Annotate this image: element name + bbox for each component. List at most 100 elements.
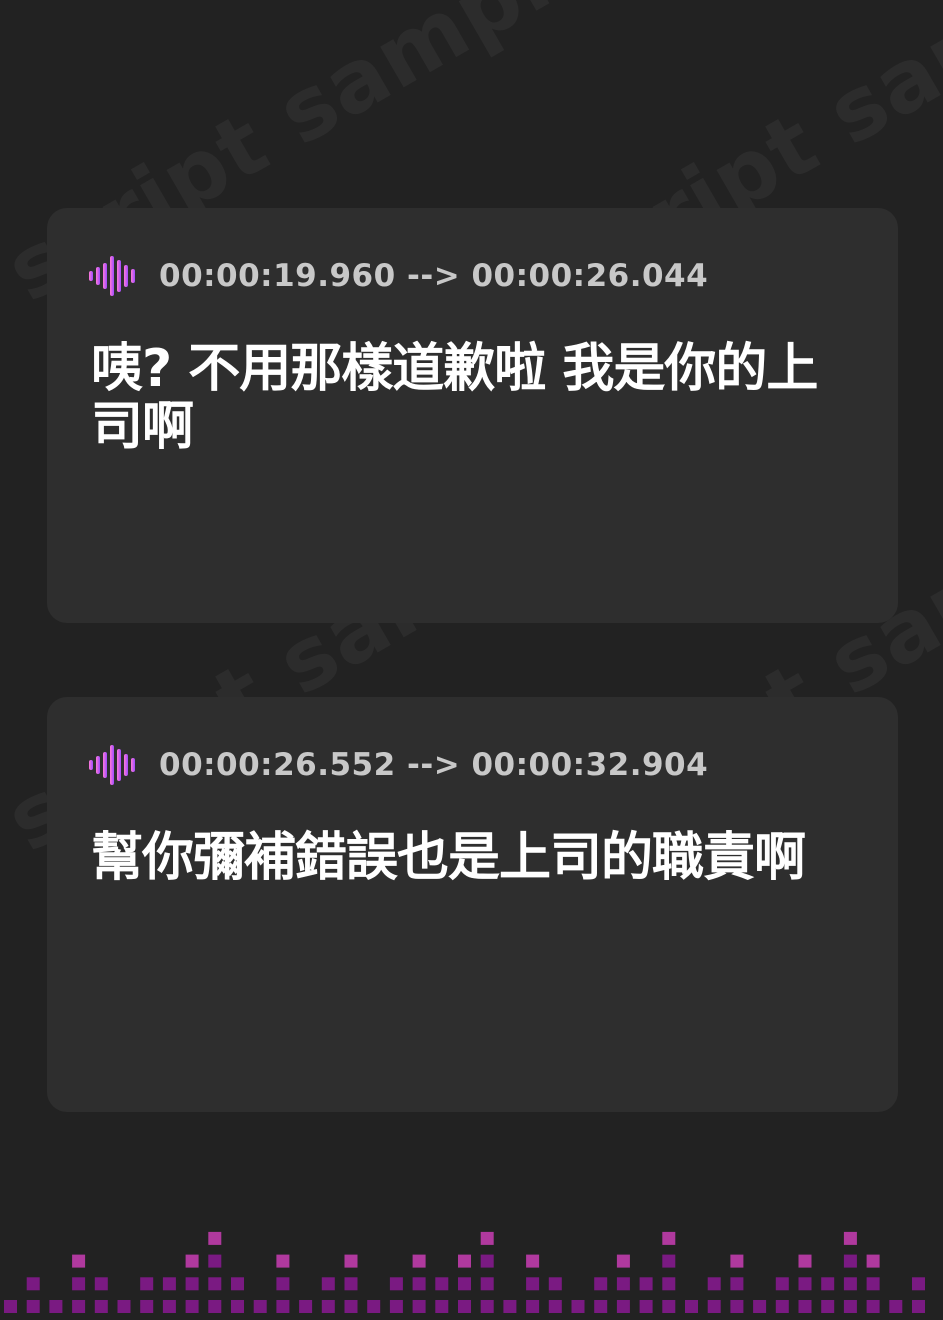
equalizer-block — [798, 1254, 812, 1268]
timestamp: 00:00:19.960 --> 00:00:26.044 — [159, 258, 709, 294]
equalizer-block — [821, 1300, 835, 1313]
subtitle-card: 00:00:19.960 --> 00:00:26.044 咦? 不用那樣道歉啦… — [47, 208, 898, 623]
equalizer-block — [639, 1300, 653, 1313]
equalizer-block — [843, 1254, 857, 1268]
equalizer-decoration — [4, 1231, 925, 1313]
equalizer-block — [775, 1277, 789, 1291]
equalizer-block — [276, 1300, 290, 1313]
equalizer-block — [571, 1300, 585, 1313]
equalizer-block — [526, 1300, 540, 1313]
equalizer-block — [912, 1277, 925, 1291]
equalizer-block — [117, 1300, 131, 1313]
equalizer-block — [344, 1254, 358, 1268]
equalizer-block — [866, 1254, 880, 1268]
equalizer-block — [72, 1300, 86, 1313]
equalizer-block — [616, 1254, 630, 1268]
equalizer-block — [458, 1277, 471, 1291]
equalizer-block — [798, 1300, 812, 1313]
equalizer-block — [4, 1300, 17, 1313]
equalizer-block — [321, 1300, 335, 1313]
equalizer-block — [798, 1277, 812, 1291]
equalizer-block — [843, 1231, 857, 1245]
equalizer-block — [662, 1300, 676, 1313]
equalizer-block — [72, 1277, 86, 1291]
equalizer-block — [49, 1300, 63, 1313]
equalizer-block — [458, 1300, 471, 1313]
equalizer-block — [480, 1277, 494, 1291]
equalizer-block — [685, 1300, 698, 1313]
equalizer-block — [866, 1277, 880, 1291]
equalizer-block — [72, 1254, 86, 1268]
timestamp: 00:00:26.552 --> 00:00:32.904 — [159, 747, 709, 783]
equalizer-block — [299, 1300, 313, 1313]
equalizer-block — [94, 1277, 108, 1291]
equalizer-block — [185, 1300, 199, 1313]
equalizer-block — [866, 1300, 880, 1313]
equalizer-block — [639, 1277, 653, 1291]
equalizer-block — [412, 1277, 426, 1291]
equalizer-block — [208, 1300, 222, 1313]
card-header: 00:00:19.960 --> 00:00:26.044 — [89, 256, 708, 296]
equalizer-block — [843, 1277, 857, 1291]
equalizer-block — [435, 1300, 449, 1313]
equalizer-block — [389, 1277, 403, 1291]
equalizer-block — [321, 1277, 335, 1291]
equalizer-block — [208, 1231, 222, 1245]
equalizer-block — [208, 1277, 222, 1291]
equalizer-block — [526, 1254, 540, 1268]
equalizer-block — [616, 1277, 630, 1291]
equalizer-block — [843, 1300, 857, 1313]
audio-waveform-icon — [89, 256, 135, 296]
equalizer-block — [412, 1254, 426, 1268]
subtitle-text: 幫你彌補錯誤也是上司的職責啊 — [91, 828, 806, 888]
card-header: 00:00:26.552 --> 00:00:32.904 — [89, 745, 708, 785]
equalizer-block — [594, 1300, 608, 1313]
equalizer-block — [162, 1277, 176, 1291]
equalizer-block — [253, 1300, 267, 1313]
equalizer-block — [662, 1231, 676, 1245]
audio-waveform-icon — [89, 745, 135, 785]
equalizer-block — [435, 1277, 449, 1291]
equalizer-block — [730, 1277, 744, 1291]
equalizer-block — [730, 1300, 744, 1313]
equalizer-block — [548, 1300, 562, 1313]
equalizer-block — [185, 1254, 199, 1268]
equalizer-block — [594, 1277, 608, 1291]
equalizer-block — [185, 1277, 199, 1291]
equalizer-block — [389, 1300, 403, 1313]
equalizer-block — [480, 1254, 494, 1268]
equalizer-block — [26, 1300, 40, 1313]
equalizer-block — [231, 1277, 244, 1291]
equalizer-block — [458, 1254, 471, 1268]
equalizer-block — [208, 1254, 222, 1268]
equalizer-block — [231, 1300, 244, 1313]
equalizer-block — [344, 1300, 358, 1313]
equalizer-block — [140, 1277, 154, 1291]
equalizer-block — [26, 1277, 40, 1291]
equalizer-block — [162, 1300, 176, 1313]
equalizer-block — [94, 1300, 108, 1313]
equalizer-block — [503, 1300, 517, 1313]
equalizer-block — [526, 1277, 540, 1291]
equalizer-block — [912, 1300, 925, 1313]
equalizer-block — [707, 1277, 721, 1291]
equalizer-block — [616, 1300, 630, 1313]
equalizer-block — [707, 1300, 721, 1313]
equalizer-block — [662, 1254, 676, 1268]
equalizer-block — [775, 1300, 789, 1313]
equalizer-block — [276, 1277, 290, 1291]
equalizer-block — [821, 1277, 835, 1291]
subtitle-text: 咦? 不用那樣道歉啦 我是你的上司啊 — [91, 339, 818, 457]
equalizer-block — [276, 1254, 290, 1268]
equalizer-block — [480, 1300, 494, 1313]
subtitle-card: 00:00:26.552 --> 00:00:32.904 幫你彌補錯誤也是上司… — [47, 697, 898, 1112]
equalizer-block — [367, 1300, 381, 1313]
equalizer-block — [548, 1277, 562, 1291]
equalizer-block — [412, 1300, 426, 1313]
equalizer-block — [140, 1300, 154, 1313]
equalizer-block — [889, 1300, 903, 1313]
equalizer-block — [344, 1277, 358, 1291]
equalizer-block — [753, 1300, 767, 1313]
equalizer-block — [730, 1254, 744, 1268]
equalizer-block — [662, 1277, 676, 1291]
